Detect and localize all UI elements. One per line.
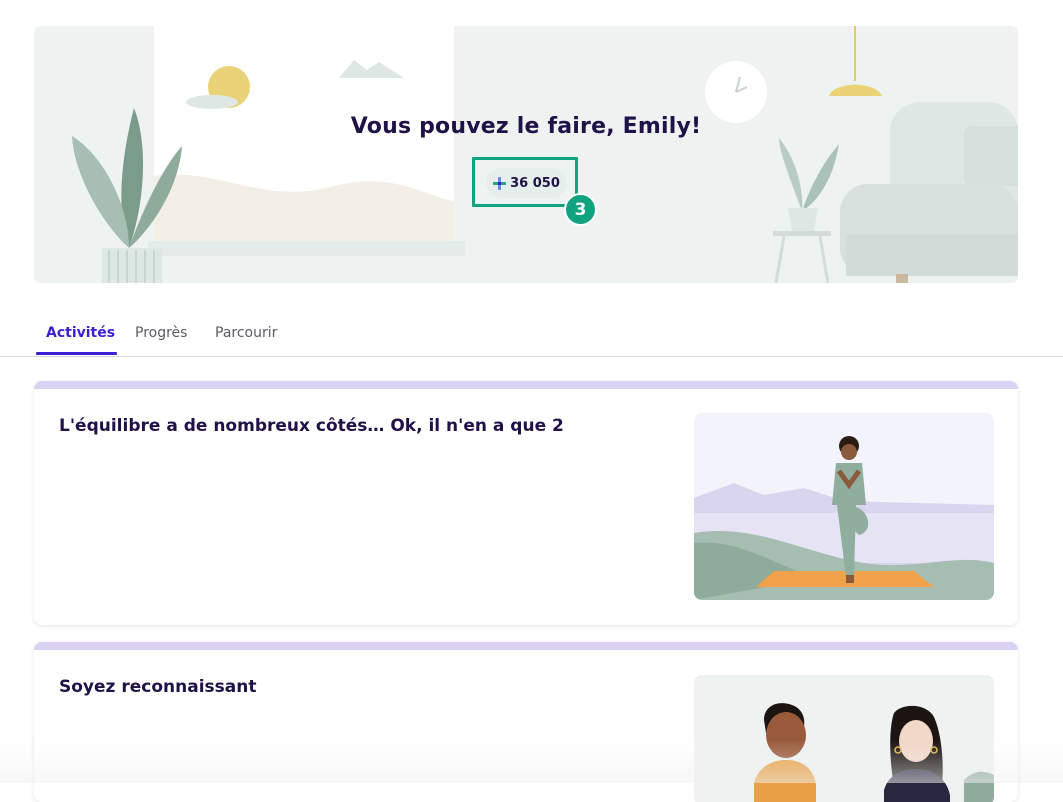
plus-icon — [493, 176, 507, 190]
card-title: L'équilibre a de nombreux côtés… Ok, il … — [59, 416, 564, 436]
tab-progres[interactable]: Progrès — [135, 325, 187, 341]
card-accent-bar — [34, 381, 1018, 389]
tab-bar: Activités Progrès Parcourir — [0, 318, 1063, 357]
step-badge: 3 — [564, 193, 597, 226]
card-accent-bar — [34, 642, 1018, 650]
active-tab-indicator — [36, 352, 117, 355]
hero-banner: Vous pouvez le faire, Emily! — [34, 26, 1018, 283]
activity-card[interactable]: L'équilibre a de nombreux côtés… Ok, il … — [34, 381, 1018, 625]
points-pill[interactable]: 36 050 — [486, 168, 567, 198]
tab-parcourir[interactable]: Parcourir — [215, 325, 277, 341]
points-value: 36 050 — [510, 175, 560, 191]
activity-card[interactable]: Soyez reconnaissant — [34, 642, 1018, 802]
tab-activites[interactable]: Activités — [46, 325, 115, 341]
hero-illustration — [72, 26, 1018, 283]
hero-title: Vous pouvez le faire, Emily! — [350, 114, 702, 139]
yoga-illustration — [694, 413, 994, 600]
card-title: Soyez reconnaissant — [59, 677, 257, 697]
